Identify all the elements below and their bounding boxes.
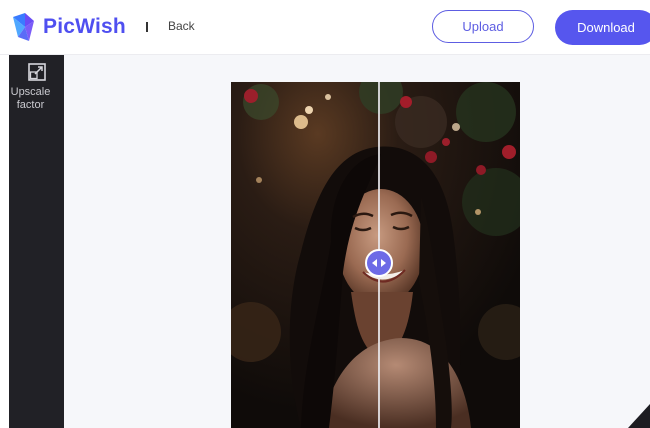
sidebar-item-label: Upscale factor (10, 86, 51, 111)
brand-logo[interactable]: PicWish (10, 10, 126, 44)
top-bar: PicWish Back Upload Download (0, 0, 650, 55)
tool-sidebar: Upscale factor (9, 55, 64, 428)
download-button[interactable]: Download (555, 10, 650, 45)
compare-slider-handle[interactable] (365, 249, 393, 277)
brand-name: PicWish (43, 15, 126, 38)
picwish-logo-icon (13, 13, 34, 41)
back-link[interactable]: Back (168, 19, 195, 33)
upscale-icon (27, 63, 46, 81)
sidebar-item-upscale-factor[interactable]: Upscale factor (9, 63, 64, 112)
upload-button[interactable]: Upload (432, 10, 534, 43)
resize-corner-icon (628, 404, 650, 428)
left-right-arrows-icon (372, 259, 386, 267)
header-divider (146, 22, 148, 32)
